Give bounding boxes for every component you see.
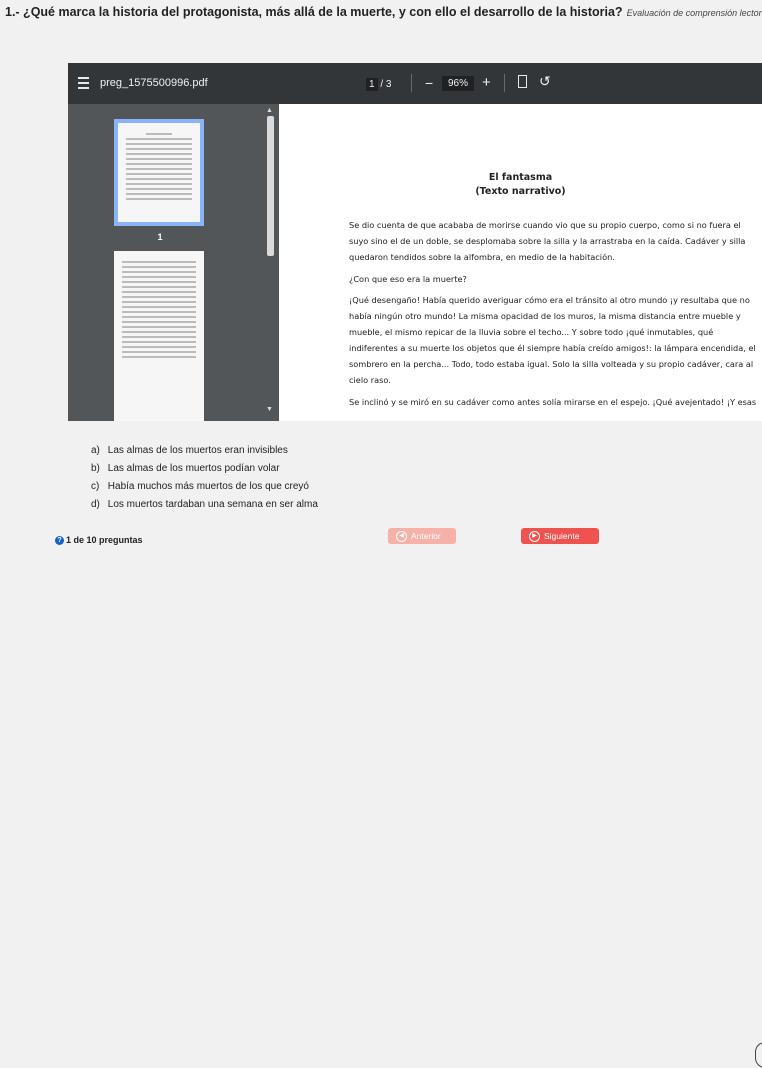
option-c[interactable]: c) Había muchos más muertos de los que c… xyxy=(91,478,318,496)
option-letter: c) xyxy=(91,481,100,492)
question-tag: Evaluación de comprensión lectora xyxy=(626,8,762,18)
document-subtitle: (Texto narrativo) xyxy=(475,186,566,197)
thumbnail-number: 1 xyxy=(157,232,163,242)
question-counter: ? 1 de 10 preguntas xyxy=(55,535,143,546)
question-count-text: 1 de 10 preguntas xyxy=(66,535,143,545)
paragraph-line: Se inclinó y se miró en su cadáver como … xyxy=(349,397,757,407)
menu-icon[interactable] xyxy=(78,77,89,89)
pdf-filename: preg_1575500996.pdf xyxy=(100,77,208,89)
arrow-right-icon: ▶ xyxy=(529,531,540,543)
paragraph-line: había ningún otro mundo! La misma opacid… xyxy=(349,311,741,321)
question-text: 1.- ¿Qué marca la historia del protagoni… xyxy=(5,5,623,19)
previous-button[interactable]: ◀ Anterior xyxy=(388,528,456,544)
answer-options: a) Las almas de los muertos eran invisib… xyxy=(91,442,318,514)
zoom-out-button[interactable]: − xyxy=(425,75,433,91)
side-handle[interactable] xyxy=(755,1042,762,1068)
paragraph-line: ¿Con que eso era la muerte? xyxy=(349,274,467,284)
page-input[interactable]: 1 xyxy=(366,78,378,91)
page-indicator: 1 / 3 xyxy=(366,78,391,91)
scrollbar-thumb[interactable] xyxy=(267,116,274,256)
paragraph-line: cielo raso. xyxy=(349,375,391,385)
paragraph-line: sombrero en la percha... Todo, todo esta… xyxy=(349,359,754,369)
page-thumbnail-1[interactable] xyxy=(114,119,204,226)
question-title: 1.- ¿Qué marca la historia del protagoni… xyxy=(0,0,762,24)
paragraph-line: indiferentes a su muerte los objetos que… xyxy=(349,343,756,353)
option-text: Las almas de los muertos eran invisibles xyxy=(107,445,288,456)
paragraph-line: ¡Qué desengaño! Había querido averiguar … xyxy=(349,295,750,305)
option-a[interactable]: a) Las almas de los muertos eran invisib… xyxy=(91,442,318,460)
zoom-level[interactable]: 96% xyxy=(442,76,475,91)
toolbar-divider xyxy=(504,74,505,92)
option-text: Los muertos tardaban una semana en ser a… xyxy=(107,499,318,510)
option-b[interactable]: b) Las almas de los muertos podían volar xyxy=(91,460,318,478)
arrow-left-icon: ◀ xyxy=(396,531,407,543)
thumbnail-sidebar: 1 2 xyxy=(68,104,279,421)
option-letter: a) xyxy=(91,445,100,456)
quiz-footer: ? 1 de 10 preguntas ◀ Anterior ▶ Siguiente xyxy=(0,522,762,1068)
paragraph-line: mueble, el mismo repicar de la lluvia so… xyxy=(349,327,714,337)
page-total: 3 xyxy=(385,79,392,90)
previous-label: Anterior xyxy=(411,531,441,541)
page-thumbnail-2[interactable] xyxy=(114,251,204,421)
pdf-toolbar: preg_1575500996.pdf 1 / 3 − 96% + ↺ xyxy=(68,63,762,104)
zoom-in-button[interactable]: + xyxy=(482,74,491,91)
sidebar-scrollbar[interactable]: ▲ ▼ xyxy=(266,104,275,421)
paragraph-line: quedaron tendidos sobre la alfombra, en … xyxy=(349,252,615,262)
next-button[interactable]: ▶ Siguiente xyxy=(521,528,599,544)
page-separator: / xyxy=(380,79,384,90)
option-d[interactable]: d) Los muertos tardaban una semana en se… xyxy=(91,496,318,514)
paragraph-line: Se dio cuenta de que acababa de morirse … xyxy=(349,220,741,230)
paragraph-line: suyo sino el de un doble, se desplomaba … xyxy=(349,236,746,246)
document-title: El fantasma xyxy=(488,172,553,183)
next-label: Siguiente xyxy=(544,531,580,541)
scroll-up-icon[interactable]: ▲ xyxy=(266,107,273,114)
rotate-icon[interactable]: ↺ xyxy=(539,73,551,90)
scroll-down-icon[interactable]: ▼ xyxy=(266,406,273,413)
pdf-viewer[interactable]: preg_1575500996.pdf 1 / 3 − 96% + ↺ 1 2 … xyxy=(68,63,762,421)
pdf-page: El fantasma (Texto narrativo) Se dio cue… xyxy=(279,104,762,421)
option-text: Las almas de los muertos podían volar xyxy=(107,463,280,474)
option-text: Había muchos más muertos de los que crey… xyxy=(107,481,309,492)
option-letter: b) xyxy=(91,463,100,474)
toolbar-divider xyxy=(411,74,412,92)
info-icon: ? xyxy=(55,536,64,546)
option-letter: d) xyxy=(91,499,100,510)
fit-page-icon[interactable] xyxy=(518,75,527,88)
